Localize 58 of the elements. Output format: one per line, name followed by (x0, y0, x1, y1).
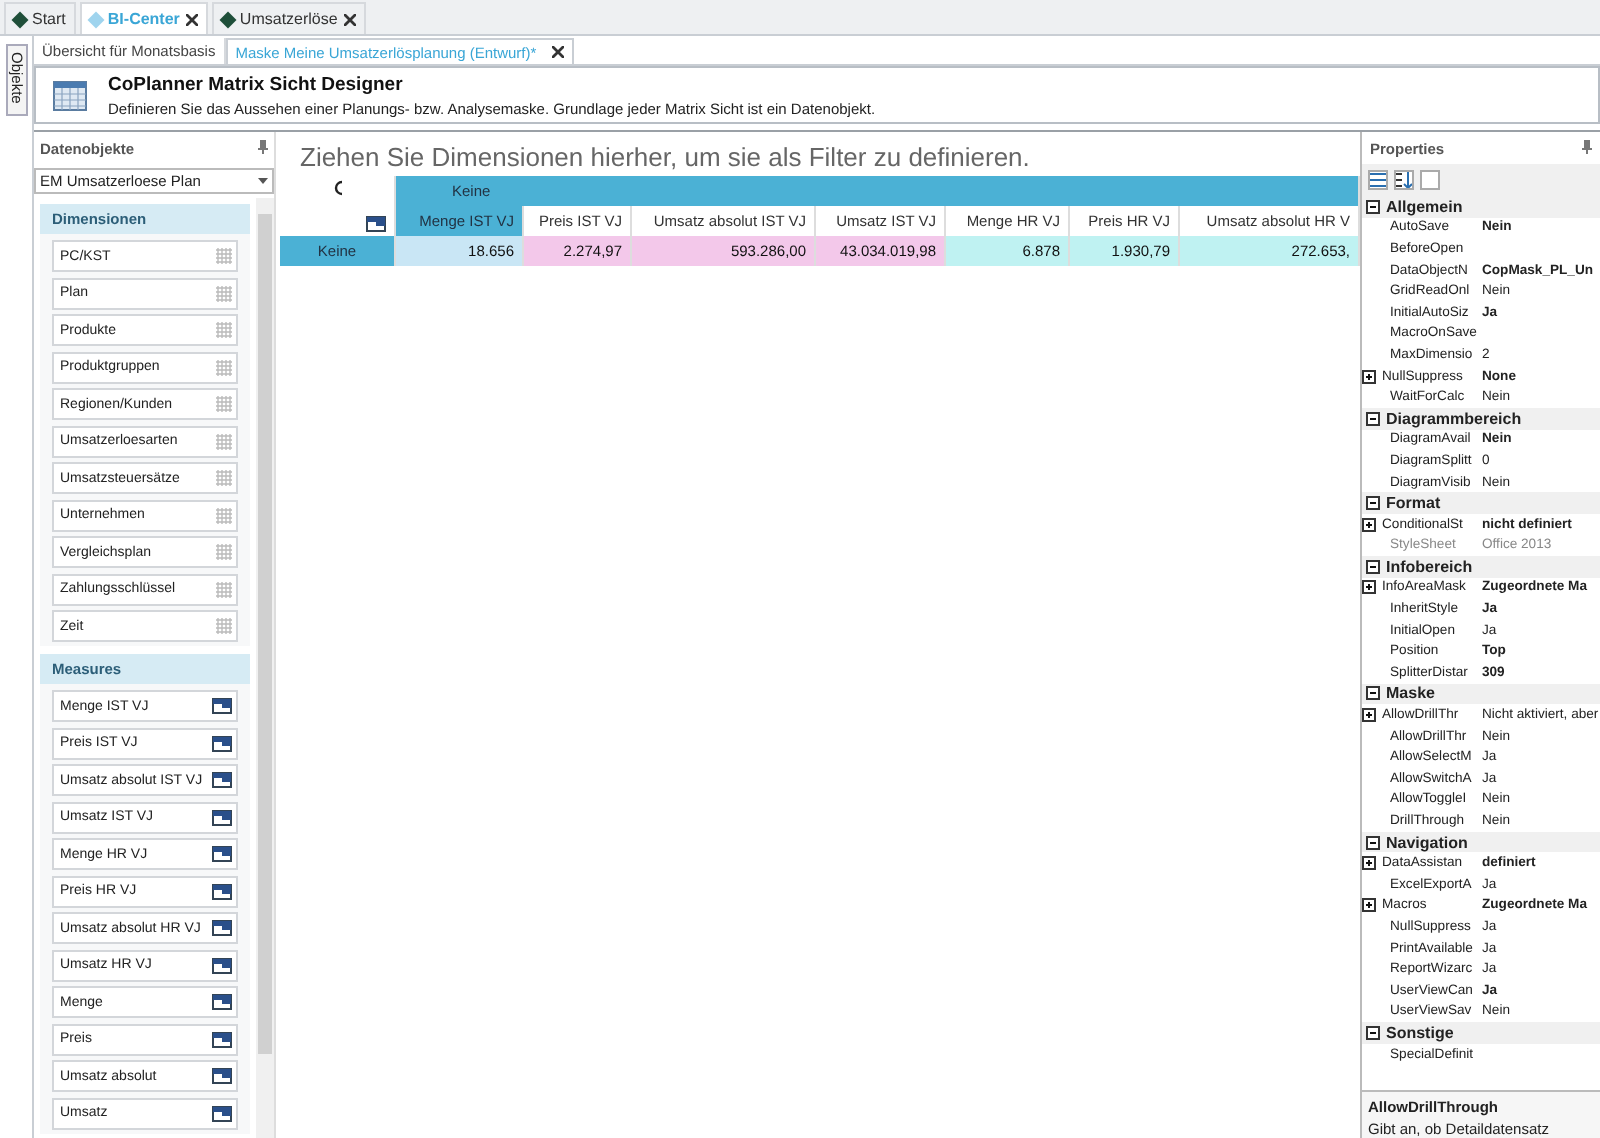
grid-icon (216, 507, 232, 523)
category-header[interactable]: Diagrammbereich (1362, 407, 1600, 430)
category-header[interactable]: Navigation (1362, 831, 1600, 853)
table-icon (212, 920, 232, 936)
collapse-icon (1366, 496, 1380, 511)
collapse-icon (1366, 1025, 1380, 1040)
category-header[interactable]: Infobereich (1362, 556, 1600, 578)
category-title: Sonstige (1386, 1023, 1454, 1042)
sort-button[interactable] (1394, 170, 1414, 190)
tab[interactable]: Umsatzerlöse (211, 2, 366, 34)
table-icon (212, 772, 232, 788)
sort-icon (1396, 172, 1412, 188)
pin-icon (258, 140, 268, 154)
grid-icon (216, 470, 232, 486)
categorized-button[interactable] (1368, 170, 1388, 190)
category-header[interactable]: Sonstige (1362, 1022, 1600, 1044)
grid-icon (216, 248, 232, 264)
table-icon (212, 883, 232, 899)
category-header[interactable]: Format (1362, 492, 1600, 514)
list-icon (1370, 172, 1386, 188)
collapse-icon (1366, 411, 1380, 426)
loading-icon (331, 180, 343, 196)
grid-icon (216, 544, 232, 560)
grid-icon (216, 285, 232, 301)
table-icon (212, 957, 232, 973)
table-icon (212, 809, 232, 825)
collapse-icon (1366, 559, 1380, 574)
category-header[interactable]: Allgemein (1362, 196, 1600, 218)
grid-icon (216, 359, 232, 375)
category-title: Diagrammbereich (1386, 409, 1522, 428)
grid-icon (216, 581, 232, 597)
grid-icon (216, 618, 232, 634)
collapse-icon (1366, 199, 1380, 214)
filter-drop-hint: Ziehen Sie Dimensionen hierher, um sie als Filter zu definieren. (298, 139, 1032, 175)
collapse-icon (1366, 686, 1380, 701)
header-title: CoPlanner Matrix Sicht Designer (108, 73, 405, 95)
scrollbar[interactable] (256, 198, 274, 1138)
pin-icon (1582, 140, 1592, 154)
tab[interactable]: Start (4, 2, 76, 34)
collapse-icon (1366, 835, 1380, 850)
grid-icon (216, 433, 232, 449)
category-title: Infobereich (1386, 557, 1473, 576)
table-icon (212, 735, 232, 751)
table-icon (212, 1031, 232, 1047)
table-icon (212, 698, 232, 714)
category-header[interactable]: Maske (1362, 683, 1600, 705)
category-title: Format (1386, 494, 1441, 513)
category-title: Allgemein (1386, 197, 1463, 216)
grid-icon (52, 79, 88, 111)
table-icon (212, 846, 232, 862)
table-icon (212, 994, 232, 1010)
category-title: Navigation (1386, 833, 1468, 852)
table-icon (212, 1105, 232, 1121)
grid-icon (216, 396, 232, 412)
caret-icon (258, 178, 268, 184)
grid-icon (216, 322, 232, 338)
category-title: Maske (1386, 684, 1435, 703)
table-icon (212, 1068, 232, 1084)
